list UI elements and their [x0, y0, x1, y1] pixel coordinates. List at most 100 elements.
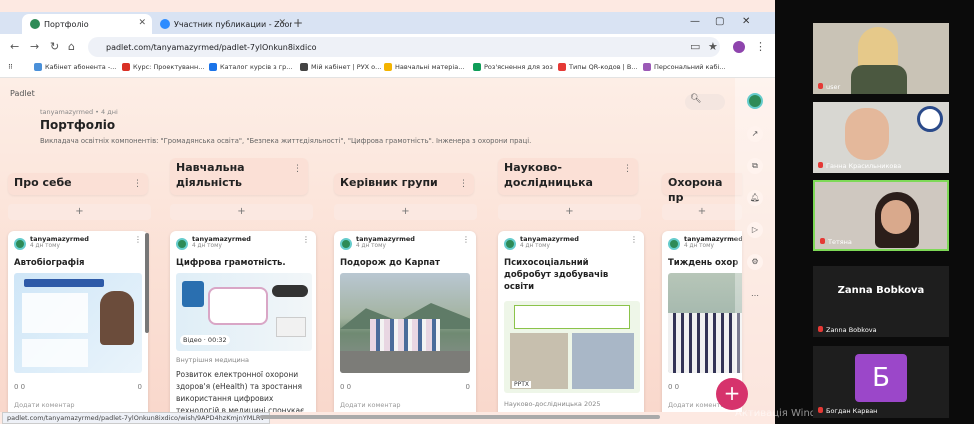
- share-icon[interactable]: ↗: [747, 126, 763, 142]
- add-icon: +: [697, 206, 707, 217]
- home-icon[interactable]: ⌂: [68, 40, 75, 53]
- post-author: tanyamazyrmed: [684, 235, 742, 243]
- notification-icon[interactable]: 🔔︎: [747, 190, 763, 206]
- bookmark-item[interactable]: Кабінет абонента -...: [34, 63, 116, 71]
- video-thumbnail[interactable]: Відео · 00:32: [176, 273, 312, 351]
- add-icon: +: [723, 381, 741, 405]
- post-card[interactable]: tanyamazyrmed 4 дн тому ⋮ Цифрова грамот…: [170, 231, 316, 412]
- close-tab-icon[interactable]: ✕: [278, 18, 286, 28]
- section-header[interactable]: Про себе ⋮: [8, 173, 148, 195]
- close-window-icon[interactable]: ✕: [742, 16, 750, 27]
- participant-label: Богдан Карван: [826, 407, 878, 415]
- more-icon[interactable]: ⋮: [459, 177, 468, 192]
- address-bar: ← → ↻ ⌂ padlet.com/tanyamazyrmed/padlet-…: [0, 34, 775, 60]
- participant-tile[interactable]: Б Богдан Карван: [813, 346, 949, 418]
- more-icon[interactable]: …: [747, 286, 763, 302]
- reaction-counts[interactable]: 0 0: [14, 383, 25, 391]
- more-icon[interactable]: ⋮: [630, 235, 638, 244]
- participant-tile[interactable]: user: [813, 23, 949, 94]
- cast-icon[interactable]: ▭: [690, 40, 700, 53]
- padlet-brand[interactable]: Padlet: [10, 89, 35, 98]
- scrollbar[interactable]: [145, 233, 149, 333]
- maximize-icon[interactable]: ▢: [715, 16, 724, 27]
- participant-name: Тетяна: [820, 238, 852, 246]
- back-icon[interactable]: ←: [10, 40, 19, 53]
- post-subtitle: Внутрішня медицина: [176, 356, 249, 364]
- bookmark-label: Персональний кабі...: [654, 63, 726, 71]
- new-tab-icon[interactable]: +: [293, 16, 303, 30]
- slideshow-icon[interactable]: ▷: [747, 222, 763, 238]
- section-title: Про себе: [14, 176, 72, 189]
- image-label: РРТХ: [512, 381, 532, 388]
- bookmark-item[interactable]: Мій кабінет | РУХ о...: [300, 63, 381, 71]
- bookmark-star-icon[interactable]: ★: [708, 40, 718, 53]
- participant-tile-active[interactable]: Тетяна: [813, 180, 949, 251]
- bookmark-item[interactable]: Персональний кабі...: [643, 63, 725, 71]
- url-input[interactable]: padlet.com/tanyamazyrmed/padlet-7ylOnkun…: [88, 37, 720, 57]
- profile-avatar[interactable]: [733, 41, 745, 53]
- reaction-counts[interactable]: 0 0: [340, 383, 351, 391]
- apps-icon[interactable]: ⠿: [8, 63, 13, 71]
- tab-padlet[interactable]: Портфоліо ✕: [22, 14, 152, 34]
- reaction-counts[interactable]: 0 0: [668, 383, 679, 391]
- section-header[interactable]: Навчальна діяльність ⋮: [170, 158, 308, 195]
- participant-name: Ганна Красильникова: [818, 162, 901, 170]
- logo-image: [917, 106, 943, 132]
- add-post-button[interactable]: +: [8, 204, 151, 220]
- post-card[interactable]: tanyamazyrmed 4 дн тому ⋮ Психосоціальни…: [498, 231, 644, 412]
- post-title: Тиждень охор: [668, 258, 739, 268]
- post-author: tanyamazyrmed: [192, 235, 251, 243]
- add-post-fab[interactable]: +: [716, 378, 748, 410]
- add-post-button[interactable]: +: [498, 204, 641, 220]
- more-icon[interactable]: ⋮: [293, 162, 302, 177]
- minimize-icon[interactable]: —: [690, 16, 700, 27]
- add-post-button[interactable]: +: [334, 204, 477, 220]
- padlet-toolbar: ↗ ⧉ 🔔︎ ▷ ⚙ …: [735, 78, 775, 412]
- reload-icon[interactable]: ↻: [50, 40, 59, 53]
- remake-icon[interactable]: ⧉: [747, 158, 763, 174]
- more-icon[interactable]: ⋮: [302, 235, 310, 244]
- padlet-board: Padlet tanyamazyrmed • 4 дні Портфоліо В…: [0, 78, 775, 412]
- participant-label: Ганна Красильникова: [826, 162, 902, 170]
- muted-mic-icon: [818, 83, 823, 89]
- bookmark-item[interactable]: Навчальні матеріа...: [384, 63, 464, 71]
- participant-tile[interactable]: Zanna Bobkova Zanna Bobkova: [813, 266, 949, 337]
- section-header[interactable]: Керівник групи ⋮: [334, 173, 474, 195]
- participant-tile[interactable]: Ганна Красильникова: [813, 102, 949, 173]
- more-icon[interactable]: ⋮: [134, 235, 142, 244]
- search-button[interactable]: 🔍︎: [685, 94, 725, 110]
- more-icon[interactable]: ⋮: [623, 162, 632, 177]
- horizontal-scrollbar[interactable]: [260, 415, 660, 419]
- padlet-favicon-icon: [30, 19, 40, 29]
- menu-icon[interactable]: ⋮: [755, 40, 766, 53]
- post-image: РРТХ: [504, 301, 640, 393]
- post-card[interactable]: tanyamazyrmed 4 дн тому ⋮ Подорож до Кар…: [334, 231, 476, 412]
- add-post-button[interactable]: +: [170, 204, 313, 220]
- more-icon[interactable]: ⋮: [462, 235, 470, 244]
- bookmark-item[interactable]: Типы QR-кодов | В...: [558, 63, 638, 71]
- board-avatar[interactable]: [747, 93, 763, 109]
- section-header[interactable]: Охорона пр: [662, 173, 742, 204]
- bookmark-item[interactable]: Курс: Проектуванн...: [122, 63, 204, 71]
- close-tab-icon[interactable]: ✕: [138, 18, 146, 28]
- section-header[interactable]: Науково-дослідницька ⋮: [498, 158, 638, 195]
- add-comment-input[interactable]: Додати коментар: [14, 401, 75, 409]
- more-icon[interactable]: ⋮: [133, 177, 142, 192]
- add-post-button[interactable]: +: [662, 204, 742, 220]
- forward-icon[interactable]: →: [30, 40, 39, 53]
- add-comment-input[interactable]: Додати коментар: [340, 401, 401, 409]
- bookmark-item[interactable]: Роз'яснення для зоз: [473, 63, 553, 71]
- post-body: Розвиток електронної охорони здоров'я (e…: [176, 370, 305, 412]
- participant-video: [845, 108, 889, 160]
- settings-icon[interactable]: ⚙: [747, 254, 763, 270]
- participant-name: Богдан Карван: [818, 407, 877, 415]
- post-card[interactable]: tanyamazyrmed 4 дн тому ⋮ Автобіографія …: [8, 231, 148, 412]
- muted-mic-icon: [818, 407, 823, 413]
- video-duration: Відео · 00:32: [180, 335, 230, 345]
- search-icon: 🔍︎: [690, 94, 702, 104]
- tab-zoom[interactable]: Участник публикации - Zoom ✕: [152, 14, 292, 34]
- bookmark-label: Типы QR-кодов | В...: [569, 63, 638, 71]
- url-text: padlet.com/tanyamazyrmed/padlet-7ylOnkun…: [106, 42, 317, 52]
- page-title: Портфоліо: [40, 118, 116, 132]
- bookmark-item[interactable]: Каталог курсів з гр...: [209, 63, 292, 71]
